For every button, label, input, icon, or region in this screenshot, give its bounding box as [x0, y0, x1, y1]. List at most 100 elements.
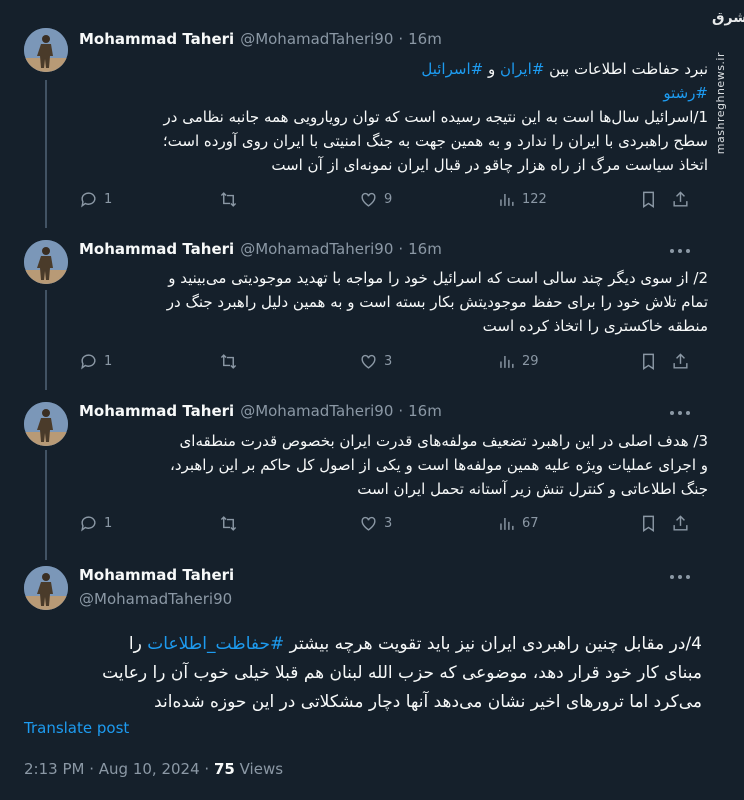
author-handle[interactable]: @MohamadTaheri90	[240, 30, 393, 48]
reply-count: 1	[104, 516, 113, 531]
author-handle[interactable]: @MohamadTaheri90	[240, 240, 393, 258]
tweet-line: 3/ هدف اصلی در این راهبرد تضعیف مولفه‌ها…	[179, 432, 708, 450]
views-count: 75	[213, 760, 235, 778]
views-label: Views	[239, 760, 284, 778]
bookmark-icon	[643, 191, 654, 208]
avatar[interactable]	[24, 402, 68, 446]
tweet-line: 1/اسرائیل سال‌ها است به این نتیجه رسیده …	[163, 108, 708, 126]
retweet-icon	[220, 192, 237, 207]
tweet-line: و اجرای عملیات ویژه علیه همین مولفه‌ها ا…	[170, 456, 708, 474]
avatar[interactable]	[24, 28, 68, 72]
tweet-line: تمام تلاش خود را برای حفظ موجودیتش بکار …	[166, 293, 708, 311]
tweet-line: اتخاذ سیاست مرگ از راه هزار چاقو در قبال…	[271, 156, 708, 174]
bookmark-button[interactable]	[639, 514, 664, 533]
heart-icon	[361, 354, 376, 369]
post-meta: 2:13 PM · Aug 10, 2024 · 75 Views	[24, 760, 283, 778]
author-handle[interactable]: @MohamadTaheri90	[240, 402, 393, 420]
translate-post-link[interactable]: Translate post	[24, 719, 129, 737]
views-button[interactable]: 29	[497, 352, 539, 371]
views-icon	[500, 355, 514, 368]
reply-icon	[81, 516, 96, 532]
views-count: 29	[522, 354, 539, 369]
more-options-button[interactable]	[670, 249, 690, 255]
tweet-line: سطح راهبردی با ایران را ندارد و به همین …	[162, 132, 708, 150]
tweet-line: 4/در مقابل چنین راهبردی ایران نیز باید ت…	[128, 634, 702, 654]
separator-dot: ·	[89, 760, 99, 778]
views-button[interactable]: 122	[497, 190, 547, 209]
tweet-text: نبرد حفاظت اطلاعات بین #ایران و #اسرائیل…	[80, 57, 708, 177]
views-icon	[500, 517, 514, 530]
more-options-button[interactable]	[670, 411, 690, 417]
bookmark-button[interactable]	[639, 190, 664, 209]
share-icon	[673, 353, 688, 369]
separator-dot: ·	[398, 402, 404, 420]
like-button[interactable]: 3	[359, 514, 392, 533]
tweet-actions: 1 3 67	[79, 514, 691, 538]
tweet-line: نبرد حفاظت اطلاعات بین #ایران و #اسرائیل	[421, 60, 708, 78]
reply-count: 1	[104, 192, 113, 207]
reply-button[interactable]: 1	[79, 514, 112, 533]
tweet-time[interactable]: 16m	[408, 240, 442, 258]
post-date[interactable]: Aug 10, 2024	[99, 760, 200, 778]
tweet-header: Mohammad Taheri @MohamadTaheri90 · 16m	[79, 240, 442, 258]
views-button[interactable]: 67	[497, 514, 539, 533]
like-count: 3	[384, 516, 393, 531]
thread-connector	[45, 450, 47, 560]
author-name[interactable]: Mohammad Taheri	[79, 402, 234, 420]
bookmark-icon	[643, 515, 654, 532]
retweet-icon	[220, 516, 237, 531]
separator-dot: ·	[398, 30, 404, 48]
share-button[interactable]	[671, 190, 690, 209]
views-count: 122	[522, 192, 547, 207]
retweet-button[interactable]	[219, 514, 244, 533]
tweet-line: 2/ از سوی دیگر چند سالی است که اسرائیل خ…	[168, 269, 708, 287]
tweet-time[interactable]: 16m	[408, 402, 442, 420]
tweet-actions: 1 3 29	[79, 352, 691, 376]
tweet-text: 3/ هدف اصلی در این راهبرد تضعیف مولفه‌ها…	[80, 429, 708, 501]
more-options-button[interactable]	[670, 575, 690, 581]
like-count: 9	[384, 192, 393, 207]
separator-dot: ·	[398, 240, 404, 258]
like-count: 3	[384, 354, 393, 369]
author-name[interactable]: Mohammad Taheri	[79, 566, 234, 584]
share-button[interactable]	[671, 352, 690, 371]
tweet-line: مبنای کار خود قرار دهد، موضوعی که حزب ال…	[102, 663, 702, 683]
retweet-icon	[220, 354, 237, 369]
reply-button[interactable]: 1	[79, 352, 112, 371]
views-count: 67	[522, 516, 539, 531]
bookmark-icon	[643, 353, 654, 370]
tweet-header: Mohammad Taheri @MohamadTaheri90 · 16m	[79, 402, 442, 420]
post-time[interactable]: 2:13 PM	[24, 760, 84, 778]
bookmark-button[interactable]	[639, 352, 664, 371]
author-handle[interactable]: @MohamadTaheri90	[79, 590, 234, 608]
like-button[interactable]: 3	[359, 352, 392, 371]
heart-icon	[361, 516, 376, 531]
reply-button[interactable]: 1	[79, 190, 112, 209]
retweet-button[interactable]	[219, 190, 244, 209]
author-name[interactable]: Mohammad Taheri	[79, 240, 234, 258]
tweet-time[interactable]: 16m	[408, 30, 442, 48]
tweet-line: می‌کرد اما ترورهای اخیر نشان می‌دهد آنها…	[154, 692, 702, 712]
reply-count: 1	[104, 354, 113, 369]
share-icon	[673, 191, 688, 207]
reply-icon	[81, 354, 96, 370]
avatar[interactable]	[24, 240, 68, 284]
tweet-line[interactable]: #رشتو	[80, 81, 708, 105]
main-tweet-header: Mohammad Taheri @MohamadTaheri90	[79, 566, 234, 608]
like-button[interactable]: 9	[359, 190, 392, 209]
tweet-actions: 1 9 122	[79, 190, 691, 214]
watermark: مشرق mashreghnews.ir	[712, 10, 744, 170]
retweet-button[interactable]	[219, 352, 244, 371]
thread-connector	[45, 290, 47, 390]
watermark-logo: مشرق	[712, 10, 744, 26]
avatar[interactable]	[24, 566, 68, 610]
thread-connector	[45, 80, 47, 228]
watermark-site: mashreghnews.ir	[714, 52, 727, 155]
separator-dot: ·	[204, 760, 214, 778]
tweet-line: جنگ اطلاعاتی و کنترل تنش زیر آستانه تحمل…	[357, 480, 708, 498]
share-button[interactable]	[671, 514, 690, 533]
tweet-text: 2/ از سوی دیگر چند سالی است که اسرائیل خ…	[80, 266, 708, 338]
author-name[interactable]: Mohammad Taheri	[79, 30, 234, 48]
share-icon	[673, 515, 688, 531]
reply-icon	[81, 192, 96, 208]
